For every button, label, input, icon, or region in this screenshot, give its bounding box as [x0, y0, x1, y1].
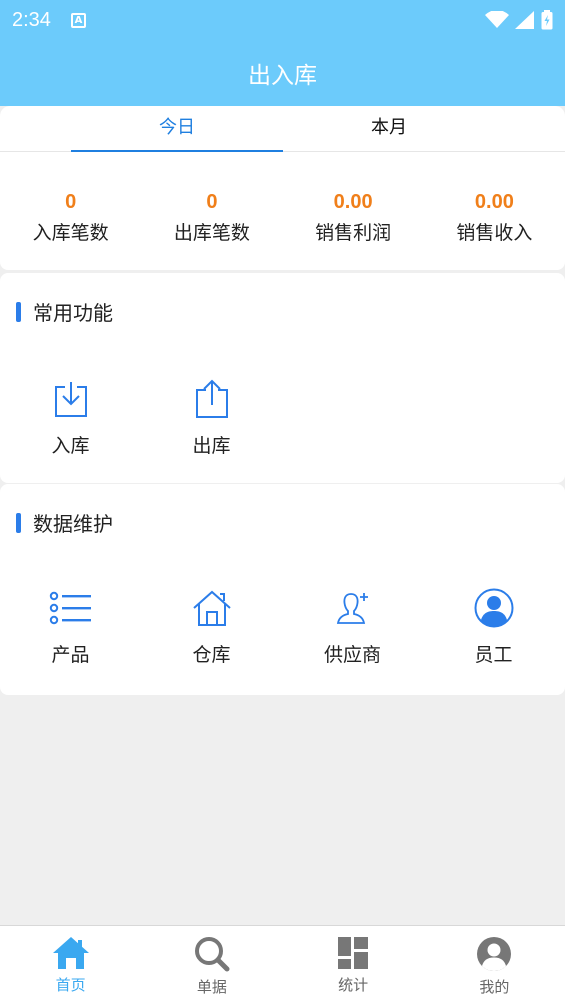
home-icon [52, 937, 89, 969]
status-time: 2:34 [12, 8, 51, 31]
add-person-icon [331, 586, 375, 630]
stock-out-icon [190, 377, 234, 421]
period-tabs: 今日 本月 [0, 106, 565, 152]
stock-in-label: 入库 [51, 435, 90, 457]
nav-label: 我的 [479, 978, 510, 996]
warehouse-button[interactable]: 仓库 [141, 586, 282, 667]
tab-today[interactable]: 今日 [71, 106, 283, 152]
data-maintenance-card: 数据维护 产品 仓库 供应商 员工 [0, 484, 565, 695]
stat-value: 0.00 [474, 191, 514, 213]
warehouse-label: 仓库 [192, 644, 231, 666]
search-icon [194, 937, 230, 972]
nav-mine[interactable]: 我的 [424, 926, 565, 1004]
bottom-navigation: 首页 单据 统计 我的 [0, 925, 565, 1004]
battery-icon [541, 10, 553, 30]
stat-label: 销售收入 [456, 222, 533, 244]
employees-button[interactable]: 员工 [423, 586, 564, 667]
list-icon [49, 586, 93, 630]
signal-icon [515, 11, 534, 29]
stat-sales-revenue: 0.00 销售收入 [424, 152, 565, 270]
section-title: 常用功能 [16, 297, 113, 326]
notification-icon: A [70, 12, 86, 28]
stock-out-label: 出库 [192, 435, 231, 457]
products-label: 产品 [51, 644, 90, 666]
products-button[interactable]: 产品 [0, 586, 141, 667]
stock-out-button[interactable]: 出库 [141, 377, 282, 458]
house-icon [190, 586, 234, 630]
stat-label: 销售利润 [315, 222, 392, 244]
stat-stock-out-count: 0 出库笔数 [141, 152, 282, 270]
section-title: 数据维护 [16, 508, 113, 537]
suppliers-button[interactable]: 供应商 [282, 586, 423, 667]
common-functions-grid: 入库 出库 [0, 377, 565, 458]
nav-label: 单据 [196, 978, 227, 996]
nav-label: 统计 [338, 976, 369, 994]
stat-stock-in-count: 0 入库笔数 [0, 152, 141, 270]
dashboard-icon [338, 937, 369, 969]
suppliers-label: 供应商 [323, 644, 381, 666]
section-marker [16, 512, 21, 533]
nav-documents[interactable]: 单据 [141, 926, 282, 1004]
top-area: 2:34 A 出入库 [0, 0, 565, 106]
section-title-text: 数据维护 [33, 512, 113, 536]
section-marker [16, 301, 21, 322]
nav-home[interactable]: 首页 [0, 926, 141, 1004]
nav-label: 首页 [55, 976, 86, 994]
employees-label: 员工 [474, 644, 513, 666]
profile-icon [477, 937, 512, 971]
status-icons [485, 10, 553, 30]
section-title-text: 常用功能 [33, 301, 113, 325]
user-circle-icon [472, 586, 516, 630]
stat-label: 入库笔数 [32, 222, 109, 244]
stat-value: 0 [206, 191, 218, 213]
wifi-icon [485, 11, 509, 28]
page-title: 出入库 [248, 63, 317, 89]
stock-in-button[interactable]: 入库 [0, 377, 141, 458]
stat-value: 0.00 [333, 191, 373, 213]
common-functions-card: 常用功能 入库 出库 [0, 273, 565, 483]
stat-sales-profit: 0.00 销售利润 [283, 152, 424, 270]
nav-statistics[interactable]: 统计 [283, 926, 424, 1004]
stats-panel: 0 入库笔数 0 出库笔数 0.00 销售利润 0.00 销售收入 [0, 152, 565, 270]
status-bar: 2:34 A [0, 0, 565, 40]
tab-this-month[interactable]: 本月 [283, 106, 495, 151]
data-maintenance-grid: 产品 仓库 供应商 员工 [0, 586, 565, 667]
stat-value: 0 [65, 191, 77, 213]
stat-label: 出库笔数 [173, 222, 250, 244]
stock-in-icon [49, 377, 93, 421]
